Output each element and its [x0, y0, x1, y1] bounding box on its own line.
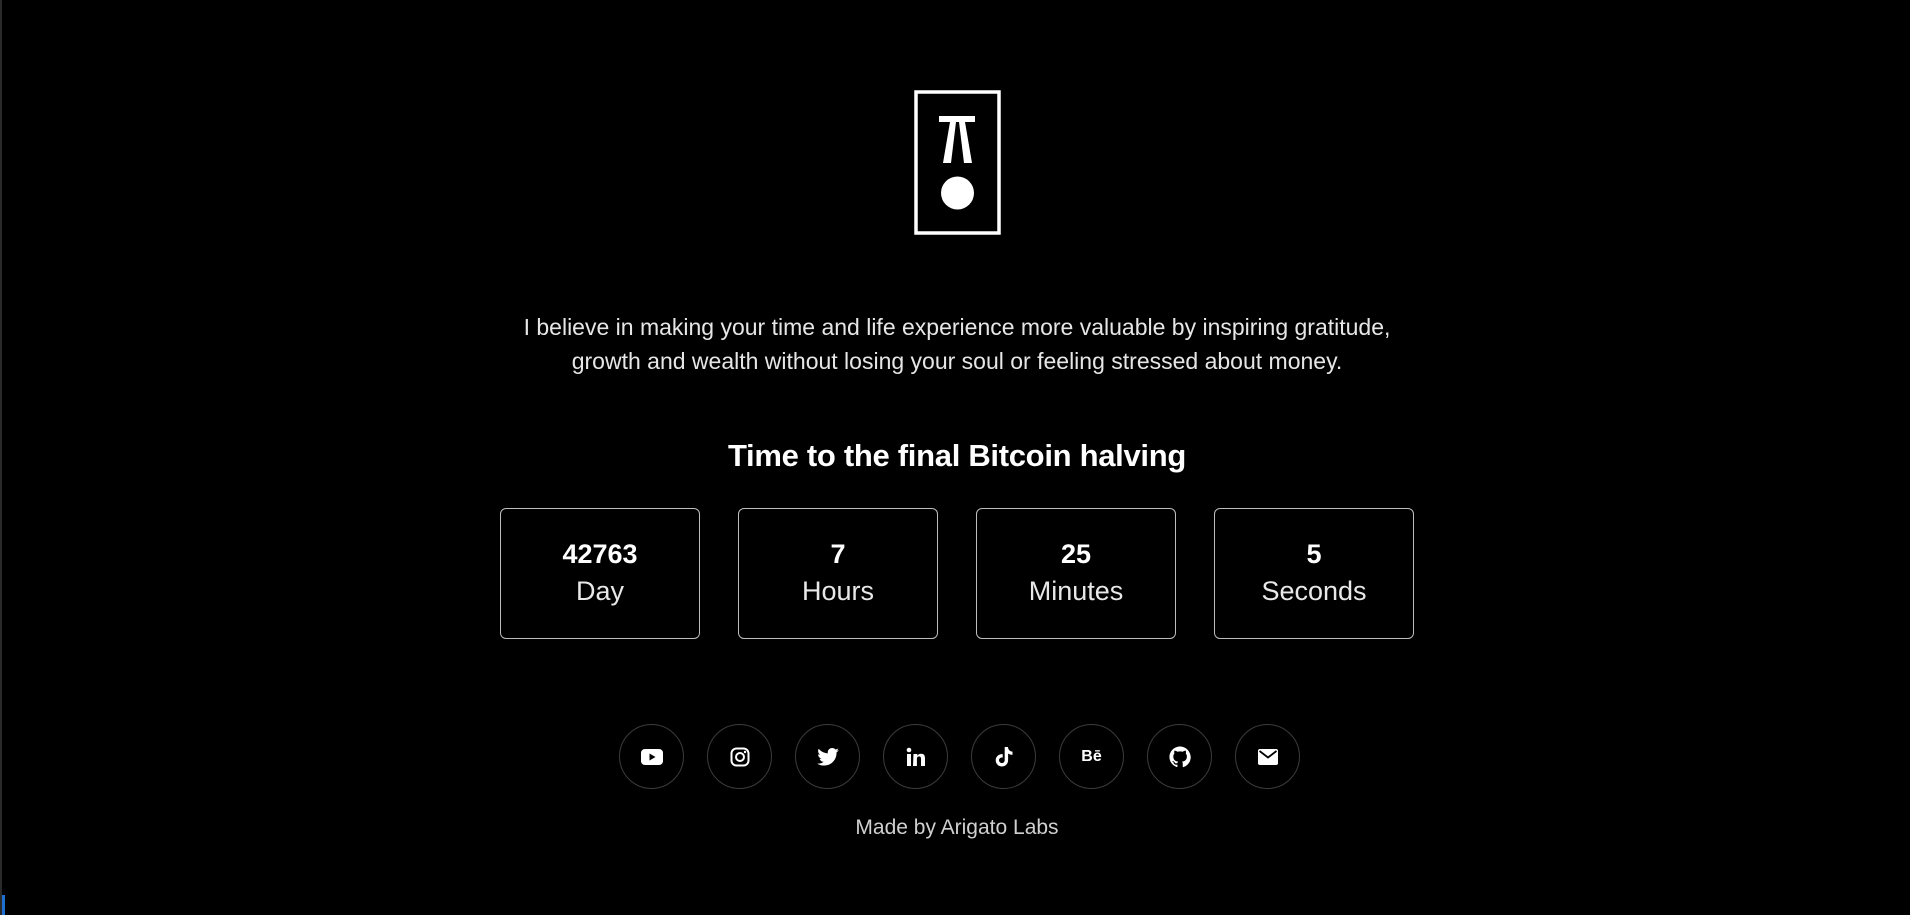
tagline-line-2: growth and wealth without losing your so…	[571, 348, 1343, 374]
tiktok-icon	[995, 746, 1012, 766]
github-link[interactable]	[1147, 724, 1212, 789]
behance-icon: Bē	[1081, 747, 1102, 765]
instagram-icon	[730, 747, 749, 766]
countdown-heading: Time to the final Bitcoin halving	[727, 438, 1186, 473]
social-links: Bē	[619, 724, 1300, 789]
github-icon	[1168, 745, 1191, 767]
countdown-hours: 7 Hours	[738, 508, 938, 639]
countdown-value: 25	[1060, 538, 1092, 569]
countdown-days: 42763 Day	[500, 508, 700, 639]
behance-link[interactable]: Bē	[1059, 724, 1124, 789]
logo	[914, 90, 1001, 235]
countdown-value: 5	[1306, 538, 1322, 569]
page: I believe in making your time and life e…	[0, 0, 1910, 915]
countdown-value: 7	[830, 538, 846, 569]
linkedin-icon	[906, 747, 925, 766]
countdown-unit: Day	[575, 575, 624, 606]
tagline: I believe in making your time and life e…	[457, 310, 1457, 378]
countdown: 42763 Day 7 Hours 25 Minutes 5 Seconds	[500, 508, 1414, 639]
youtube-icon	[640, 748, 663, 765]
countdown-value: 42763	[562, 538, 638, 569]
countdown-unit: Hours	[801, 575, 875, 606]
tiktok-link[interactable]	[971, 724, 1036, 789]
countdown-seconds: 5 Seconds	[1214, 508, 1414, 639]
countdown-unit: Seconds	[1261, 575, 1367, 606]
twitter-link[interactable]	[795, 724, 860, 789]
footer-credit: Made by Arigato Labs	[855, 816, 1059, 839]
youtube-link[interactable]	[619, 724, 684, 789]
tagline-line-1: I believe in making your time and life e…	[523, 314, 1391, 340]
countdown-minutes: 25 Minutes	[976, 508, 1176, 639]
email-link[interactable]	[1235, 724, 1300, 789]
email-icon	[1257, 748, 1278, 765]
linkedin-link[interactable]	[883, 724, 948, 789]
countdown-unit: Minutes	[1028, 575, 1124, 606]
window-accent	[2, 895, 5, 915]
instagram-link[interactable]	[707, 724, 772, 789]
twitter-icon	[816, 747, 839, 766]
